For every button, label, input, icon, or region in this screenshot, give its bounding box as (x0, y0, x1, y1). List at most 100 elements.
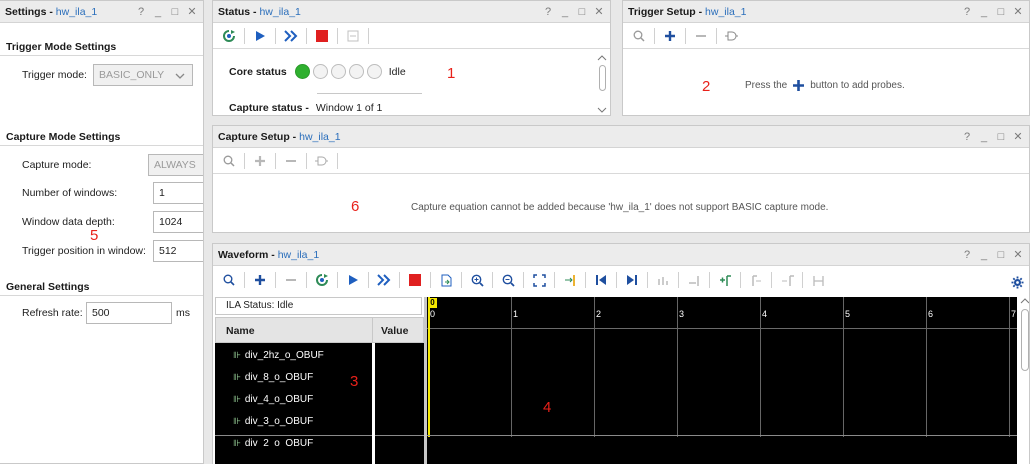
signal-name: div_2hz_o_OBUF (244, 350, 324, 361)
close-button[interactable]: ✕ (594, 5, 604, 19)
tick-label: 2 (596, 309, 602, 319)
status-indicator-green (294, 64, 310, 79)
num-windows-input[interactable]: 1 (153, 182, 203, 204)
close-button[interactable]: ✕ (1013, 248, 1023, 262)
remove-button[interactable] (281, 151, 301, 171)
prev-marker-button[interactable] (746, 270, 766, 290)
remove-probe-button[interactable] (691, 26, 711, 46)
zoom-in-button[interactable] (467, 270, 487, 290)
add-marker-button[interactable] (715, 270, 735, 290)
help-button[interactable]: ? (543, 5, 553, 19)
maximize-button[interactable]: □ (996, 130, 1006, 144)
gear-icon (1011, 276, 1023, 288)
search-button[interactable] (629, 26, 649, 46)
help-button[interactable]: ? (962, 248, 972, 262)
add-button[interactable] (250, 151, 270, 171)
search-button[interactable] (219, 270, 239, 290)
waveform-instance-link[interactable]: hw_ila_1 (278, 249, 319, 261)
minimize-button[interactable]: _ (560, 5, 570, 19)
minimize-button[interactable]: _ (979, 130, 989, 144)
help-button[interactable]: ? (962, 5, 972, 19)
trigger-position-input[interactable]: 512 (153, 240, 203, 262)
capture-status-value: Window 1 of 1 (315, 102, 383, 114)
signal-name: div_3_o_OBUF (244, 416, 314, 427)
trigger-condition-button[interactable] (722, 26, 742, 46)
scrollbar-thumb[interactable] (1021, 309, 1029, 371)
swap-cursors-button[interactable] (653, 270, 673, 290)
capture-mode-dropdown[interactable]: ALWAYS (148, 154, 203, 176)
close-button[interactable]: ✕ (187, 5, 197, 19)
go-to-time-zero-button[interactable] (591, 270, 611, 290)
status-window-controls: ? _ □ ✕ (543, 5, 604, 19)
run-trigger-button[interactable] (250, 26, 270, 46)
run-immediate-trigger-button[interactable] (219, 26, 239, 46)
value-column-header[interactable]: Value (373, 318, 423, 342)
play-icon (256, 30, 265, 41)
export-button[interactable] (436, 270, 456, 290)
refresh-rate-input[interactable]: 500 (86, 302, 172, 324)
waveform-scrollbar[interactable] (1019, 297, 1029, 464)
refresh-run-icon (316, 274, 328, 286)
annotation-2: 2 (702, 78, 711, 95)
close-button[interactable]: ✕ (1013, 130, 1023, 144)
status-instance-link[interactable]: hw_ila_1 (259, 6, 300, 18)
capture-status-row: Capture status - Window 1 of 1 (229, 102, 382, 114)
minimize-button[interactable]: _ (979, 248, 989, 262)
status-scrollbar[interactable] (597, 53, 608, 113)
minimize-button[interactable]: _ (979, 5, 989, 19)
signal-row[interactable]: ⊪ div_2_o_OBUF (233, 438, 313, 447)
settings-instance-link[interactable]: hw_ila_1 (56, 6, 97, 18)
export-data-button[interactable] (343, 26, 363, 46)
tick-label: 3 (679, 309, 685, 319)
trigger-setup-instance-link[interactable]: hw_ila_1 (705, 6, 746, 18)
general-section-title: General Settings (6, 281, 90, 293)
stop-button[interactable] (405, 270, 425, 290)
maximize-button[interactable]: □ (996, 248, 1006, 262)
trigger-setup-panel: Trigger Setup - hw_ila_1 ? _ □ ✕ Press t… (622, 0, 1030, 116)
capture-setup-instance-link[interactable]: hw_ila_1 (299, 131, 340, 143)
signal-names-pane: ⊪ div_2hz_o_OBUF ⊪ div_8_o_OBUF ⊪ div_4_o_O… (215, 343, 372, 464)
signal-row[interactable]: ⊪ div_2hz_o_OBUF (233, 350, 324, 361)
maximize-button[interactable]: □ (170, 5, 180, 19)
zoom-fit-button[interactable] (529, 270, 549, 290)
delete-markers-button[interactable] (808, 270, 828, 290)
swap-icon (657, 276, 668, 285)
signal-row[interactable]: ⊪ div_8_o_OBUF (233, 372, 313, 383)
signal-row[interactable]: ⊪ div_4_o_OBUF (233, 394, 313, 405)
search-button[interactable] (219, 151, 239, 171)
window-depth-input[interactable]: 1024 (153, 211, 203, 233)
snap-button[interactable] (684, 270, 704, 290)
maximize-button[interactable]: □ (577, 5, 587, 19)
trigger-mode-label: Trigger mode: (22, 69, 87, 81)
stop-button[interactable] (312, 26, 332, 46)
capture-condition-button[interactable] (312, 151, 332, 171)
remove-probe-button[interactable] (281, 270, 301, 290)
close-button[interactable]: ✕ (1013, 5, 1023, 19)
annotation-3: 3 (350, 373, 359, 390)
signal-row[interactable]: ⊪ div_3_o_OBUF (233, 416, 313, 427)
run-immediate-button[interactable] (281, 26, 301, 46)
name-column-header[interactable]: Name (216, 318, 373, 342)
waveform-settings-button[interactable] (1007, 272, 1027, 292)
run-trigger-button[interactable] (343, 270, 363, 290)
zoom-out-button[interactable] (498, 270, 518, 290)
help-button[interactable]: ? (962, 130, 972, 144)
waveform-canvas[interactable]: 0 1 2 3 4 5 6 7 0 (427, 297, 1017, 464)
next-marker-button[interactable] (777, 270, 797, 290)
grid-line (843, 297, 844, 437)
help-button[interactable]: ? (136, 5, 146, 19)
trigger-mode-dropdown[interactable]: BASIC_ONLY (93, 64, 193, 86)
trigger-cursor[interactable] (428, 297, 430, 437)
add-probe-button[interactable] (250, 270, 270, 290)
scrollbar-thumb[interactable] (599, 65, 606, 91)
run-immediate-trigger-button[interactable] (312, 270, 332, 290)
fast-forward-icon (284, 29, 298, 42)
go-to-cursor-button[interactable] (560, 270, 580, 290)
add-probe-button[interactable] (660, 26, 680, 46)
run-immediate-button[interactable] (374, 270, 394, 290)
trigger-position-label: Trigger position in window: (22, 245, 146, 257)
minimize-button[interactable]: _ (153, 5, 163, 19)
go-to-last-time-button[interactable] (622, 270, 642, 290)
maximize-button[interactable]: □ (996, 5, 1006, 19)
capture-mode-label: Capture mode: (22, 159, 92, 171)
